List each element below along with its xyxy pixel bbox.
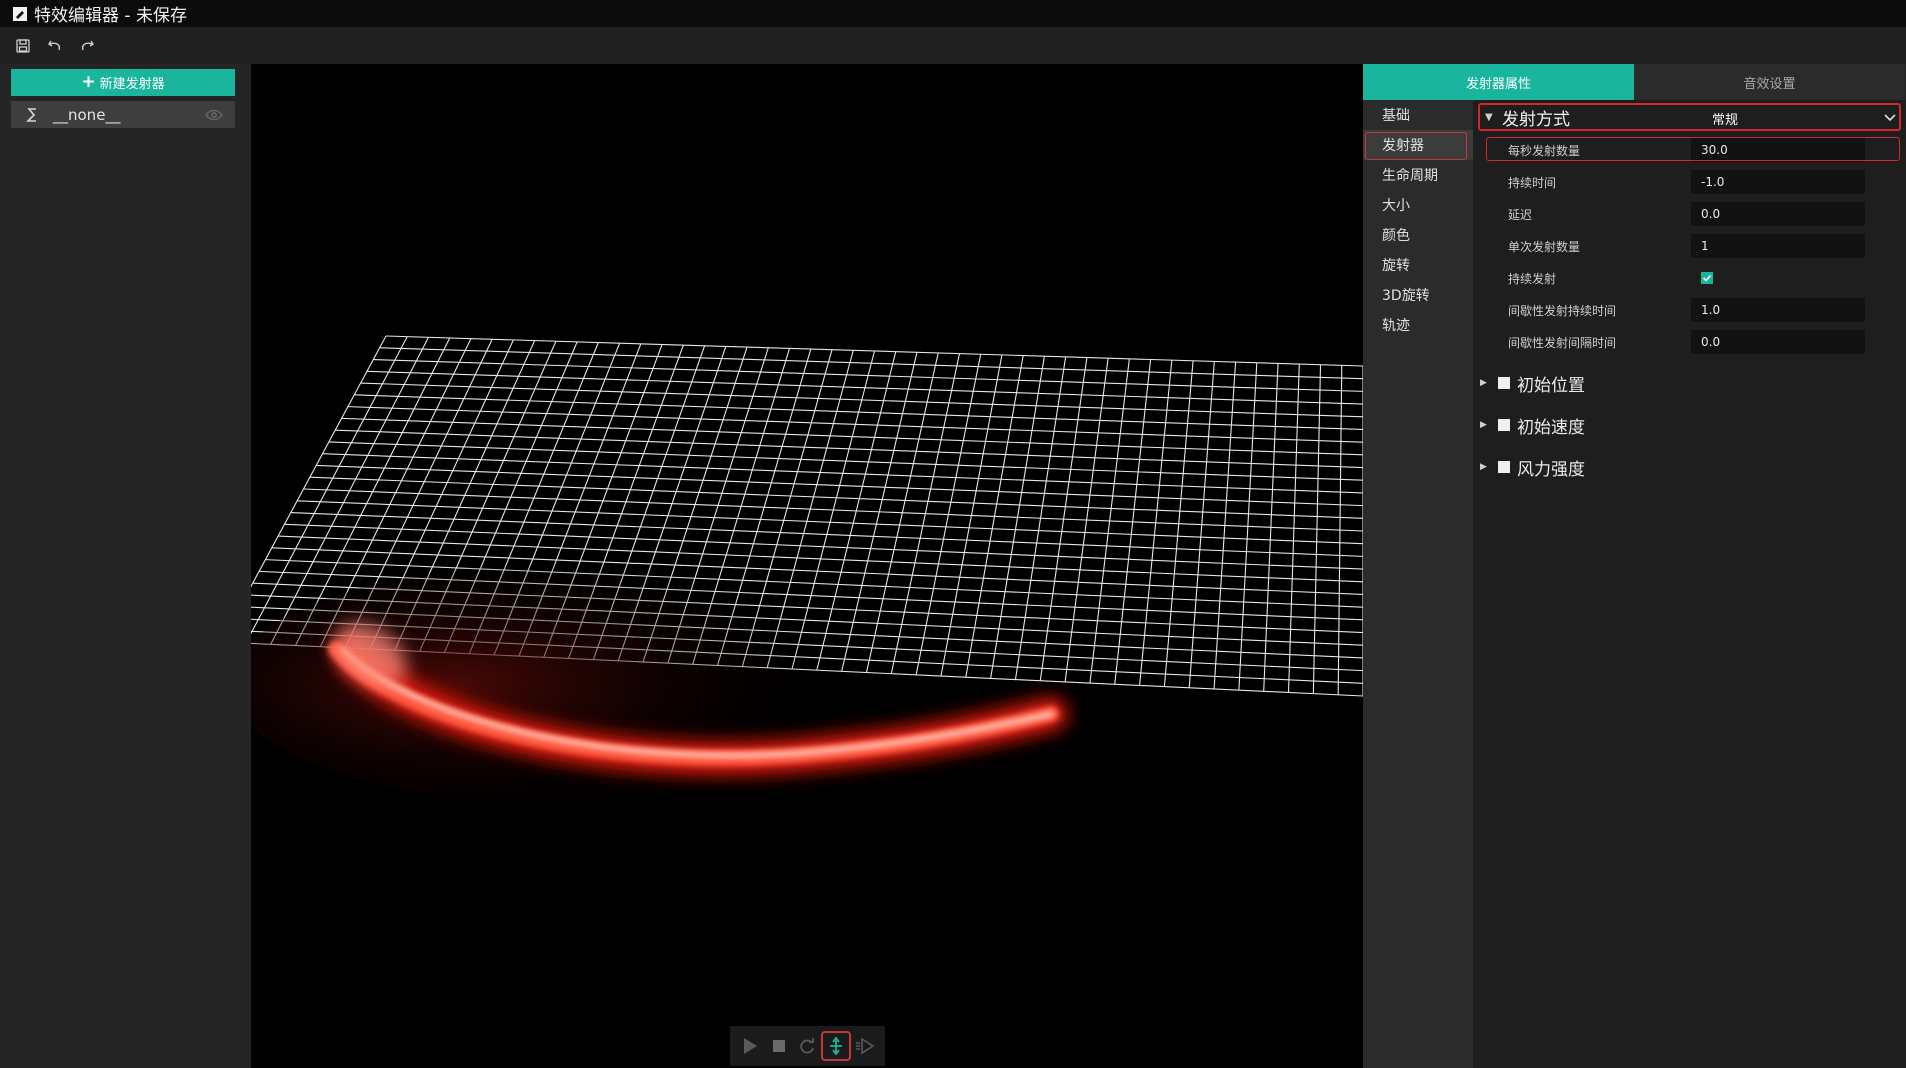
category-list: 基础 发射器 生命周期 大小 颜色 旋转 3D旋转 轨迹 bbox=[1363, 100, 1473, 1068]
continuous-checkbox[interactable] bbox=[1701, 272, 1713, 284]
category-basic[interactable]: 基础 bbox=[1363, 100, 1473, 130]
play-icon[interactable] bbox=[737, 1033, 763, 1059]
prop-label: 持续发射 bbox=[1508, 271, 1557, 286]
emit-mode-value: 常规 bbox=[1712, 112, 1739, 128]
loop-icon[interactable] bbox=[794, 1033, 820, 1059]
category-rotation[interactable]: 旋转 bbox=[1363, 250, 1473, 280]
intermittent-duration-input[interactable]: 1.0 bbox=[1691, 298, 1865, 322]
chevron-down-icon bbox=[1883, 110, 1897, 124]
caret-right-icon: ▶ bbox=[1480, 420, 1487, 430]
save-icon[interactable] bbox=[12, 35, 34, 57]
eye-icon[interactable] bbox=[205, 109, 223, 121]
prop-delay: 延迟 0.0 bbox=[1508, 201, 1906, 227]
emitter-item[interactable]: __none__ bbox=[11, 101, 235, 128]
prop-label: 每秒发射数量 bbox=[1508, 143, 1581, 158]
caret-down-icon: ▼ bbox=[1485, 111, 1493, 123]
preview-scene bbox=[251, 335, 1363, 804]
emit-mode-label: 发射方式 bbox=[1502, 109, 1570, 130]
emitter-list-panel: + 新建发射器 __none__ bbox=[0, 64, 251, 1068]
burst-count-input[interactable]: 1 bbox=[1691, 234, 1865, 258]
group-toggle-box[interactable] bbox=[1498, 461, 1510, 473]
prop-intermittent-interval: 间歇性发射间隔时间 0.0 bbox=[1508, 329, 1906, 355]
category-size[interactable]: 大小 bbox=[1363, 190, 1473, 220]
preview-viewport[interactable] bbox=[251, 64, 1363, 1068]
prop-continuous: 持续发射 bbox=[1508, 265, 1906, 291]
property-editor: ▼ 发射方式 常规 每秒发射数量 30.0 持续时间 -1.0 延迟 0.0 单… bbox=[1473, 100, 1906, 1068]
emitter-s-icon bbox=[25, 107, 39, 123]
step-icon[interactable] bbox=[852, 1033, 878, 1059]
title-bar: 特效编辑器 - 未保存 bbox=[0, 0, 1906, 27]
emit-mode-select[interactable]: 常规 bbox=[1707, 107, 1899, 129]
prop-duration: 持续时间 -1.0 bbox=[1508, 169, 1906, 195]
prop-intermittent-duration: 间歇性发射持续时间 1.0 bbox=[1508, 297, 1906, 323]
prop-label: 延迟 bbox=[1508, 207, 1533, 222]
toolbar bbox=[0, 27, 1906, 64]
group-initial-velocity[interactable]: ▶ 初始速度 bbox=[1473, 410, 1906, 440]
caret-right-icon: ▶ bbox=[1480, 462, 1487, 472]
tab-sound-settings[interactable]: 音效设置 bbox=[1634, 64, 1905, 100]
intermittent-interval-input[interactable]: 0.0 bbox=[1691, 330, 1865, 354]
group-toggle-box[interactable] bbox=[1498, 419, 1510, 431]
group-wind-strength[interactable]: ▶ 风力强度 bbox=[1473, 452, 1906, 482]
new-emitter-label: 新建发射器 bbox=[99, 77, 165, 92]
prop-label: 单次发射数量 bbox=[1508, 239, 1581, 254]
playback-bar bbox=[730, 1026, 885, 1066]
stop-icon[interactable] bbox=[766, 1033, 792, 1059]
emitter-name: __none__ bbox=[53, 105, 121, 124]
category-emitter[interactable]: 发射器 bbox=[1363, 130, 1473, 160]
prop-label: 间歇性发射间隔时间 bbox=[1508, 335, 1617, 350]
prop-label: 持续时间 bbox=[1508, 175, 1557, 190]
tab-emitter-properties[interactable]: 发射器属性 bbox=[1363, 64, 1634, 100]
caret-right-icon: ▶ bbox=[1480, 378, 1487, 388]
center-icon[interactable] bbox=[821, 1031, 852, 1061]
group-label: 初始速度 bbox=[1517, 417, 1585, 438]
check-icon bbox=[1702, 274, 1712, 282]
prop-label: 间歇性发射持续时间 bbox=[1508, 303, 1617, 318]
duration-input[interactable]: -1.0 bbox=[1691, 170, 1865, 194]
category-trail[interactable]: 轨迹 bbox=[1363, 310, 1473, 340]
group-toggle-box[interactable] bbox=[1498, 377, 1510, 389]
app-logo-icon bbox=[12, 6, 28, 22]
category-color[interactable]: 颜色 bbox=[1363, 220, 1473, 250]
prop-emit-rate: 每秒发射数量 30.0 bbox=[1486, 137, 1906, 163]
category-3d-rotation[interactable]: 3D旋转 bbox=[1363, 280, 1473, 310]
new-emitter-button[interactable]: + 新建发射器 bbox=[11, 69, 235, 96]
group-initial-position[interactable]: ▶ 初始位置 bbox=[1473, 368, 1906, 398]
category-lifecycle[interactable]: 生命周期 bbox=[1363, 160, 1473, 190]
group-label: 初始位置 bbox=[1517, 375, 1585, 396]
window-title: 特效编辑器 - 未保存 bbox=[34, 6, 187, 26]
emit-rate-input[interactable]: 30.0 bbox=[1691, 138, 1865, 162]
undo-icon[interactable] bbox=[44, 35, 66, 57]
group-label: 风力强度 bbox=[1517, 459, 1585, 480]
plus-icon: + bbox=[81, 72, 96, 92]
properties-panel: 发射器属性 音效设置 基础 发射器 生命周期 大小 颜色 旋转 3D旋转 轨迹 … bbox=[1363, 64, 1906, 1068]
delay-input[interactable]: 0.0 bbox=[1691, 202, 1865, 226]
prop-burst-count: 单次发射数量 1 bbox=[1508, 233, 1906, 259]
emit-mode-section[interactable]: ▼ 发射方式 常规 bbox=[1478, 103, 1901, 131]
panel-tabs: 发射器属性 音效设置 bbox=[1363, 64, 1906, 100]
redo-icon[interactable] bbox=[76, 35, 98, 57]
